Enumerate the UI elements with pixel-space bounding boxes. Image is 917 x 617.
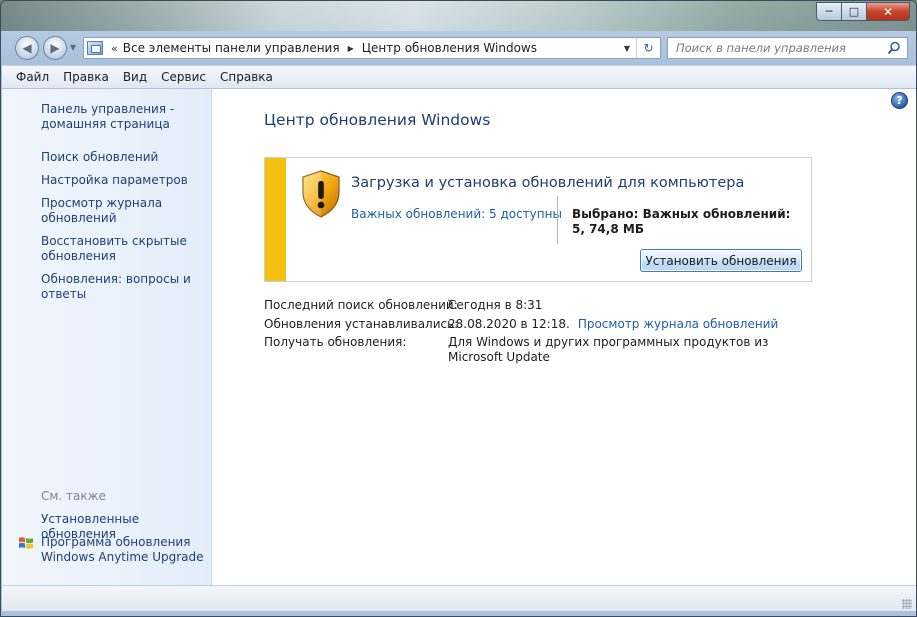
important-updates-link[interactable]: Важных обновлений: 5 доступны — [351, 207, 562, 221]
panel-heading: Загрузка и установка обновлений для комп… — [351, 175, 745, 191]
menu-file[interactable]: Файл — [9, 70, 56, 84]
close-button[interactable]: ✕ — [867, 2, 910, 21]
sidebar-link-home[interactable]: Панель управления - домашняя страница — [41, 102, 206, 132]
menu-bar: Файл Правка Вид Сервис Справка — [2, 65, 916, 89]
sidebar-link-check-updates[interactable]: Поиск обновлений — [41, 150, 206, 165]
install-updates-button[interactable]: Установить обновления — [640, 249, 802, 272]
maximize-button[interactable]: □ — [842, 2, 867, 21]
search-icon[interactable] — [887, 41, 901, 55]
page-title: Центр обновления Windows — [264, 111, 491, 129]
last-search-label: Последний поиск обновлений: — [264, 298, 458, 312]
sidebar-link-restore-hidden[interactable]: Восстановить скрытые обновления — [41, 234, 206, 264]
receive-label: Получать обновления: — [264, 335, 407, 349]
selected-updates-summary: Выбрано: Важных обновлений: 5, 74,8 МБ — [572, 207, 791, 236]
menu-view[interactable]: Вид — [116, 70, 154, 84]
last-search-value: Сегодня в 8:31 — [448, 298, 543, 312]
help-icon[interactable]: ? — [891, 92, 908, 109]
forward-button[interactable]: ▶ — [43, 36, 67, 60]
arrow-right-icon: ▶ — [50, 41, 60, 55]
refresh-icon: ↻ — [643, 41, 654, 55]
recent-pages-dropdown[interactable]: ▼ — [70, 43, 76, 52]
panel-divider — [557, 196, 558, 244]
search-input[interactable] — [676, 41, 876, 55]
window-controls: ─ □ ✕ — [816, 2, 910, 21]
breadcrumb-overflow[interactable]: « — [111, 42, 118, 55]
status-bar — [2, 585, 916, 611]
chevron-down-icon: ▼ — [623, 43, 631, 53]
minimize-button[interactable]: ─ — [816, 2, 842, 21]
breadcrumb-separator-icon[interactable]: ▶ — [348, 44, 354, 53]
control-panel-window: ─ □ ✕ ◀ ▶ ▼ « Все элементы панели управл… — [0, 0, 917, 617]
task-pane: Панель управления - домашняя страница По… — [2, 89, 212, 585]
sidebar-link-view-history[interactable]: Просмотр журнала обновлений — [41, 196, 206, 226]
installed-value: 28.08.2020 в 12:18. — [448, 317, 570, 331]
receive-value: Для Windows и других программных продукт… — [448, 335, 769, 364]
resize-grip[interactable] — [902, 599, 912, 609]
windows-flag-icon — [19, 537, 33, 549]
installed-label: Обновления устанавливались: — [264, 317, 459, 331]
sidebar-link-change-settings[interactable]: Настройка параметров — [41, 173, 206, 188]
refresh-button[interactable]: ↻ — [636, 38, 660, 58]
menu-tools[interactable]: Сервис — [154, 70, 213, 84]
status-color-bar — [265, 158, 286, 281]
sidebar-link-faq[interactable]: Обновления: вопросы и ответы — [41, 272, 206, 302]
view-history-link[interactable]: Просмотр журнала обновлений — [578, 317, 778, 331]
back-button[interactable]: ◀ — [15, 36, 39, 60]
menu-help[interactable]: Справка — [213, 70, 280, 84]
content-area: Панель управления - домашняя страница По… — [2, 89, 916, 585]
search-box[interactable] — [667, 37, 908, 59]
address-dropdown[interactable]: ▼ — [620, 38, 634, 58]
sidebar-link-anytime-upgrade[interactable]: Программа обновления Windows Anytime Upg… — [41, 535, 206, 565]
address-bar[interactable]: « Все элементы панели управления ▶ Центр… — [83, 37, 661, 59]
control-panel-icon — [87, 41, 103, 55]
breadcrumb-windows-update[interactable]: Центр обновления Windows — [362, 41, 537, 55]
title-bar — [1, 1, 916, 31]
see-also-heading: См. также — [41, 489, 106, 503]
warning-shield-icon — [302, 170, 340, 218]
breadcrumb-all-items[interactable]: Все элементы панели управления — [123, 41, 340, 55]
menu-edit[interactable]: Правка — [56, 70, 116, 84]
installed-value-row: 28.08.2020 в 12:18. Просмотр журнала обно… — [448, 317, 808, 332]
navigation-bar: ◀ ▶ ▼ « Все элементы панели управления ▶… — [1, 32, 916, 64]
update-status-panel: Загрузка и установка обновлений для комп… — [264, 157, 812, 282]
arrow-left-icon: ◀ — [22, 41, 32, 55]
